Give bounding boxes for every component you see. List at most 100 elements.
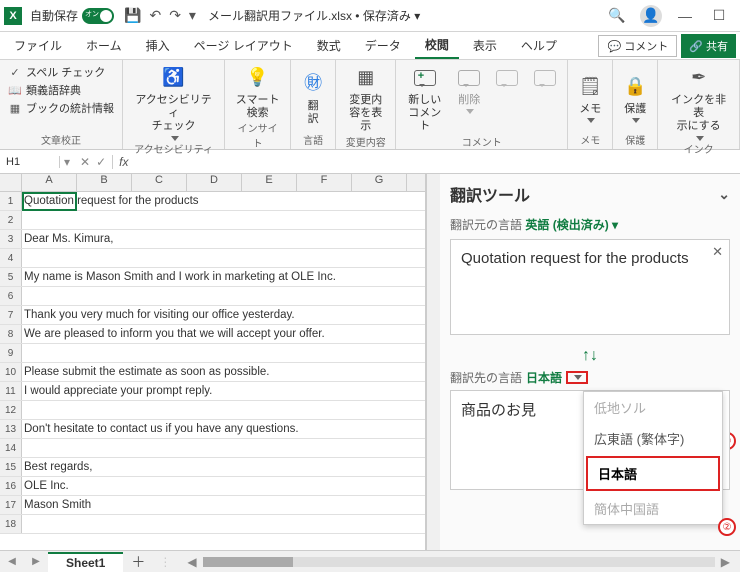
autosave-control[interactable]: 自動保存 オン <box>30 7 114 24</box>
spell-check-button[interactable]: ✓スペル チェック <box>8 64 114 80</box>
memo-button[interactable]: 🗒メモ <box>576 73 604 123</box>
tab-insert[interactable]: 挿入 <box>136 33 180 58</box>
swap-languages-icon[interactable]: ↑↓ <box>450 347 730 365</box>
row-header[interactable]: 9 <box>0 344 22 362</box>
table-row[interactable]: 13Don't hesitate to contact us if you ha… <box>0 420 425 439</box>
language-option[interactable]: 低地ソル <box>584 392 722 423</box>
search-icon[interactable]: 🔍 <box>600 2 634 30</box>
cell-content[interactable] <box>22 344 425 362</box>
sheet-tab-active[interactable]: Sheet1 <box>48 552 123 572</box>
cell-content[interactable]: My name is Mason Smith and I work in mar… <box>22 268 425 286</box>
share-button[interactable]: 🔗 共有 <box>681 34 736 58</box>
table-row[interactable]: 15Best regards, <box>0 458 425 477</box>
cell-content[interactable] <box>22 211 425 229</box>
redo-icon[interactable]: ↷ <box>169 7 181 24</box>
sheet-nav-prev-icon[interactable]: ◀ <box>0 556 24 567</box>
undo-icon[interactable]: ↶ <box>149 7 161 24</box>
scrollbar-thumb[interactable] <box>203 557 293 567</box>
select-all-corner[interactable] <box>0 174 22 191</box>
cell-content[interactable]: Mason Smith <box>22 496 425 514</box>
table-row[interactable]: 3Dear Ms. Kimura, <box>0 230 425 249</box>
protect-button[interactable]: 🔒保護 <box>621 73 649 123</box>
translation-result-box[interactable]: 商品のお見 低地ソル 広東語 (繁体字) 日本語 簡体中国語 <box>450 390 730 490</box>
cell-content[interactable]: We are pleased to inform you that we wil… <box>22 325 425 343</box>
thesaurus-button[interactable]: 📖類義語辞典 <box>8 82 114 98</box>
collapse-pane-icon[interactable]: ⌄ <box>718 186 730 203</box>
row-header[interactable]: 7 <box>0 306 22 324</box>
cell-content[interactable]: Best regards, <box>22 458 425 476</box>
save-icon[interactable]: 💾 <box>124 7 141 24</box>
table-row[interactable]: 16OLE Inc. <box>0 477 425 496</box>
row-header[interactable]: 10 <box>0 363 22 381</box>
row-header[interactable]: 1 <box>0 192 22 210</box>
qat-dropdown-icon[interactable]: ▾ <box>189 7 196 24</box>
table-row[interactable]: 7Thank you very much for visiting our of… <box>0 306 425 325</box>
minimize-button[interactable]: — <box>668 2 702 30</box>
clear-text-icon[interactable]: ✕ <box>712 244 723 260</box>
row-header[interactable]: 3 <box>0 230 22 248</box>
table-row[interactable]: 14 <box>0 439 425 458</box>
table-row[interactable]: 10Please submit the estimate as soon as … <box>0 363 425 382</box>
row-header[interactable]: 5 <box>0 268 22 286</box>
table-row[interactable]: 1Quotation request for the products <box>0 192 425 211</box>
horizontal-scrollbar[interactable]: ◀ ▶ <box>177 555 740 569</box>
from-language-value[interactable]: 英語 (検出済み) ▾ <box>525 218 618 232</box>
row-header[interactable]: 13 <box>0 420 22 438</box>
cell-content[interactable] <box>22 515 425 533</box>
cells-grid[interactable]: 1Quotation request for the products23Dea… <box>0 192 425 550</box>
new-comment-button[interactable]: 新しい コメント <box>404 64 445 134</box>
formula-input[interactable] <box>135 156 740 168</box>
table-row[interactable]: 17Mason Smith <box>0 496 425 515</box>
table-row[interactable]: 4 <box>0 249 425 268</box>
scroll-right-icon[interactable]: ▶ <box>721 555 730 569</box>
sheet-nav-next-icon[interactable]: ▶ <box>24 556 48 567</box>
to-language-dropdown[interactable] <box>566 371 588 384</box>
toggle-on-icon[interactable]: オン <box>82 8 114 24</box>
comments-button[interactable]: 💬 コメント <box>598 35 677 57</box>
source-text-box[interactable]: ✕ Quotation request for the products <box>450 239 730 335</box>
cell-content[interactable] <box>22 401 425 419</box>
column-header[interactable]: E <box>242 174 297 191</box>
next-comment-button[interactable] <box>531 64 559 134</box>
row-header[interactable]: 4 <box>0 249 22 267</box>
cell-content[interactable] <box>22 287 425 305</box>
fx-label[interactable]: fx <box>113 155 134 169</box>
cell-content[interactable] <box>22 249 425 267</box>
vertical-scrollbar[interactable] <box>426 174 440 550</box>
table-row[interactable]: 5My name is Mason Smith and I work in ma… <box>0 268 425 287</box>
column-header[interactable]: C <box>132 174 187 191</box>
delete-comment-button[interactable]: 削除 <box>455 64 483 134</box>
table-row[interactable]: 8We are pleased to inform you that we wi… <box>0 325 425 344</box>
maximize-button[interactable]: ☐ <box>702 2 736 30</box>
language-option[interactable]: 広東語 (繁体字) <box>584 423 722 454</box>
table-row[interactable]: 2 <box>0 211 425 230</box>
table-row[interactable]: 18 <box>0 515 425 534</box>
column-header[interactable]: G <box>352 174 407 191</box>
workbook-stats-button[interactable]: ▦ブックの統計情報 <box>8 100 114 116</box>
name-box[interactable]: H1 <box>0 156 60 168</box>
column-header[interactable]: A <box>22 174 77 191</box>
tab-page-layout[interactable]: ページ レイアウト <box>184 33 303 58</box>
row-header[interactable]: 15 <box>0 458 22 476</box>
cancel-formula-icon[interactable]: ✕ <box>80 155 90 169</box>
tab-review[interactable]: 校閲 <box>415 32 459 59</box>
column-header[interactable]: F <box>297 174 352 191</box>
prev-comment-button[interactable] <box>493 64 521 134</box>
row-header[interactable]: 8 <box>0 325 22 343</box>
tab-data[interactable]: データ <box>355 33 411 58</box>
show-changes-button[interactable]: ▦変更内 容を表示 <box>344 64 387 134</box>
add-sheet-button[interactable]: ＋ <box>123 552 153 572</box>
row-header[interactable]: 11 <box>0 382 22 400</box>
row-header[interactable]: 18 <box>0 515 22 533</box>
tab-formulas[interactable]: 数式 <box>307 33 351 58</box>
enter-formula-icon[interactable]: ✓ <box>96 155 106 169</box>
cell-content[interactable]: Quotation request for the products <box>22 192 425 210</box>
hide-ink-button[interactable]: ✒インクを非表 示にする <box>666 64 731 141</box>
cell-content[interactable] <box>22 439 425 457</box>
name-box-dropdown-icon[interactable]: ▾ <box>60 155 74 169</box>
column-header[interactable]: B <box>77 174 132 191</box>
row-header[interactable]: 2 <box>0 211 22 229</box>
cell-content[interactable]: Thank you very much for visiting our off… <box>22 306 425 324</box>
tab-help[interactable]: ヘルプ <box>511 33 567 58</box>
cell-content[interactable]: Please submit the estimate as soon as po… <box>22 363 425 381</box>
